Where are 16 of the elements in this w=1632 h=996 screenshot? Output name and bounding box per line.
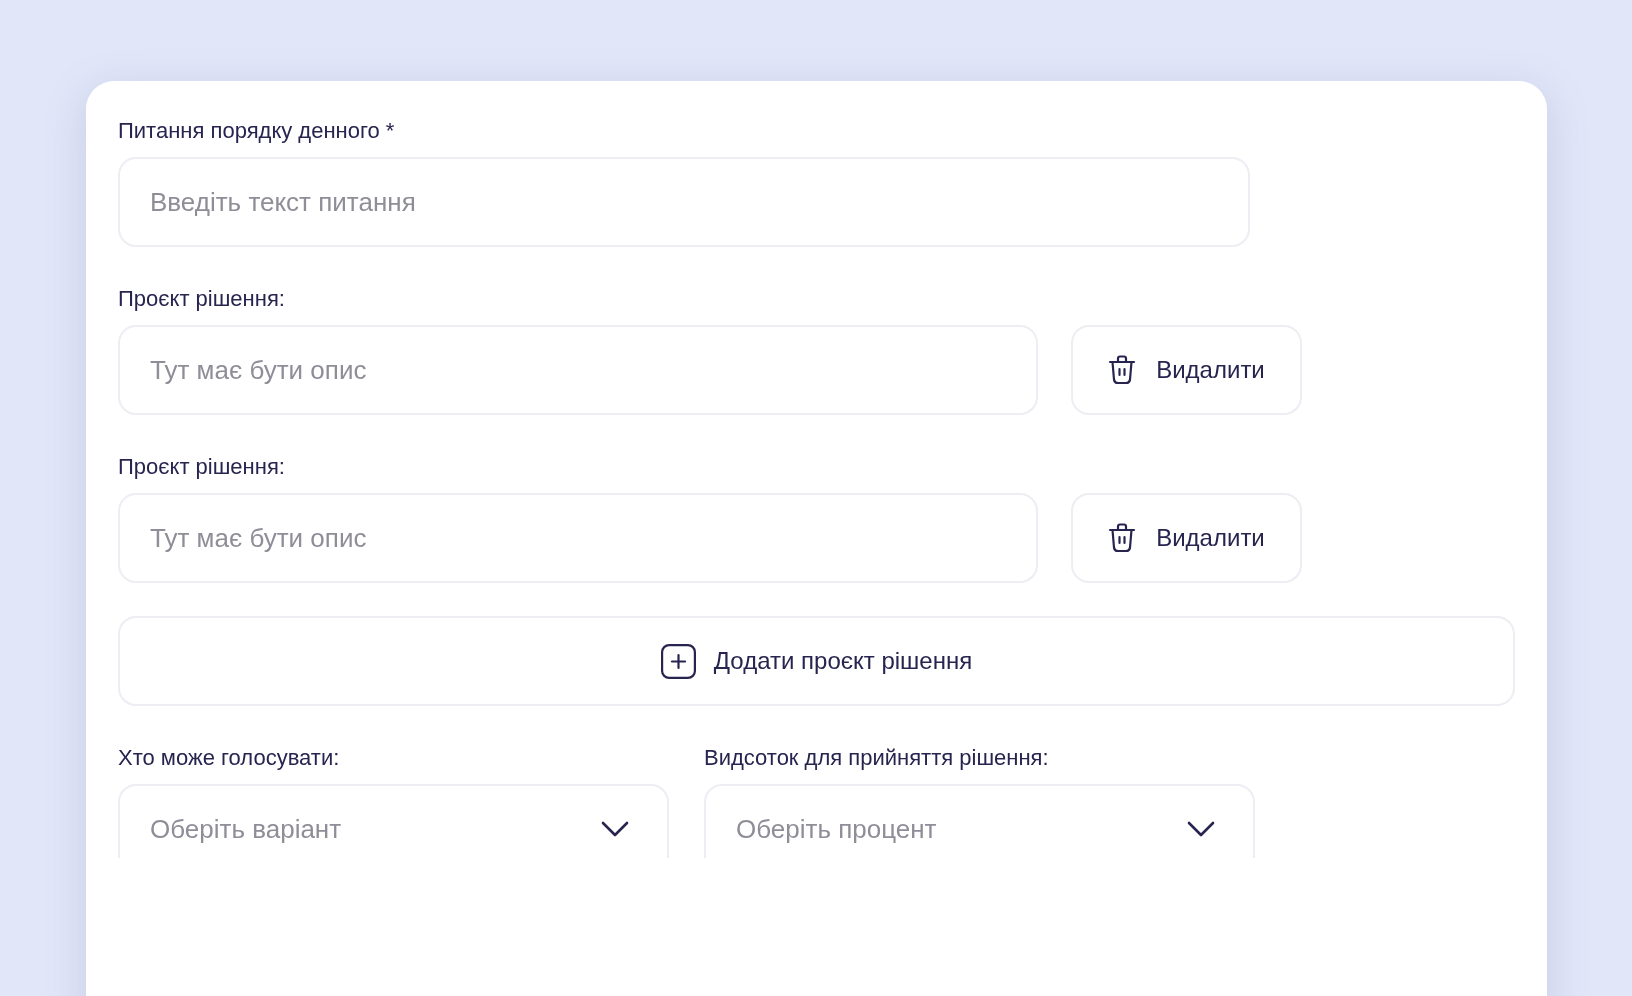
- delete-button[interactable]: Видалити: [1071, 325, 1302, 415]
- chevron-down-icon: [601, 821, 629, 837]
- description-input[interactable]: Тут має бути опис: [118, 325, 1038, 415]
- field-label: Проєкт рішення:: [118, 285, 285, 313]
- question-input[interactable]: Введіть текст питання: [118, 157, 1250, 247]
- add-draft-button[interactable]: Додати проєкт рішення: [118, 616, 1515, 706]
- chevron-down-icon: [1187, 821, 1215, 837]
- trash-icon: [1108, 355, 1137, 385]
- trash-icon: [1108, 523, 1137, 553]
- field-label: Питання порядку денного *: [118, 117, 395, 145]
- description-input[interactable]: Тут має бути опис: [118, 493, 1038, 583]
- field-label: Видсоток для прийняття рішення:: [704, 744, 1049, 772]
- delete-button[interactable]: Видалити: [1071, 493, 1302, 583]
- field-label: Проєкт рішення:: [118, 453, 285, 481]
- field-label: Хто може голосувати:: [118, 744, 340, 772]
- plus-square-icon: [660, 643, 696, 679]
